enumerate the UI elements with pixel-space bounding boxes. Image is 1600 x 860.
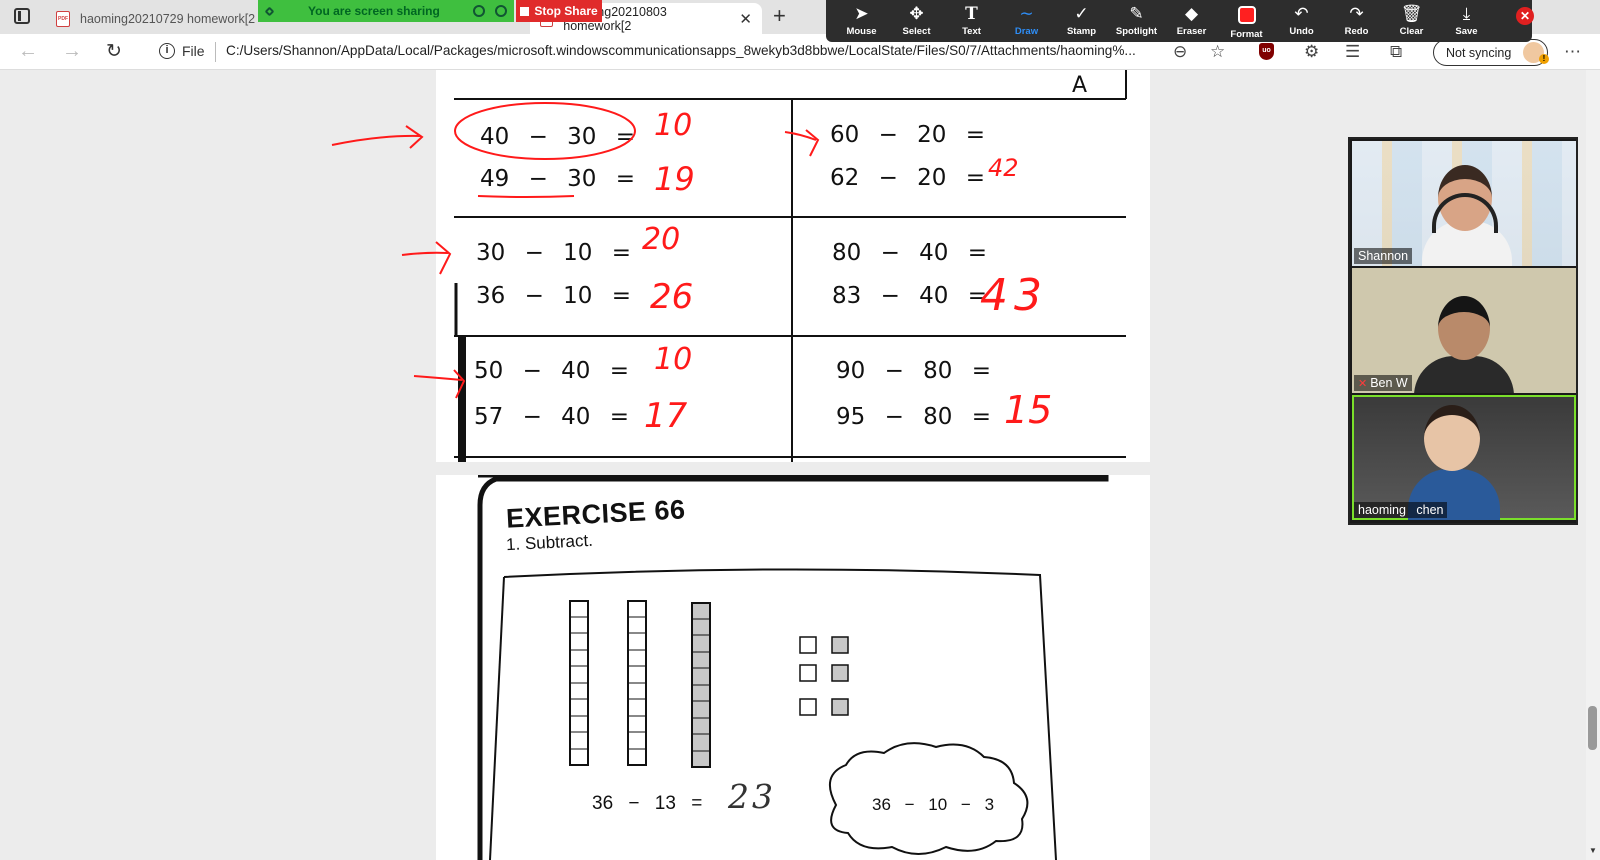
- person-body: [1414, 356, 1514, 393]
- exercise-answer: 23: [728, 777, 776, 816]
- person-head: [1438, 296, 1490, 360]
- participant-name: haoming chen: [1354, 502, 1448, 518]
- video-tile-ben[interactable]: ✕ Ben W: [1352, 268, 1576, 393]
- video-tile-shannon[interactable]: Shannon: [1352, 141, 1576, 266]
- vertical-scrollbar[interactable]: ▼: [1586, 70, 1600, 860]
- exercise-equation: 36 − 13 =: [592, 793, 703, 814]
- participant-name: Shannon: [1354, 248, 1413, 264]
- scrollbar-thumb[interactable]: [1588, 706, 1597, 750]
- thought-cloud-text: 36 − 10 − 3: [872, 795, 995, 814]
- video-tile-haoming[interactable]: haoming chen: [1352, 395, 1576, 520]
- muted-microphone-icon: ✕: [1358, 378, 1368, 390]
- participant-name-text: Ben W: [1370, 376, 1408, 390]
- participant-name: ✕ Ben W: [1354, 375, 1412, 391]
- exercise-page: EXERCISE 66 1. Subtract. 36 − 13 = 23 36…: [436, 475, 1150, 860]
- scroll-down-icon[interactable]: ▼: [1589, 846, 1597, 855]
- video-gallery: Shannon ✕ Ben W haoming chen: [1348, 137, 1578, 525]
- person-head: [1424, 405, 1480, 471]
